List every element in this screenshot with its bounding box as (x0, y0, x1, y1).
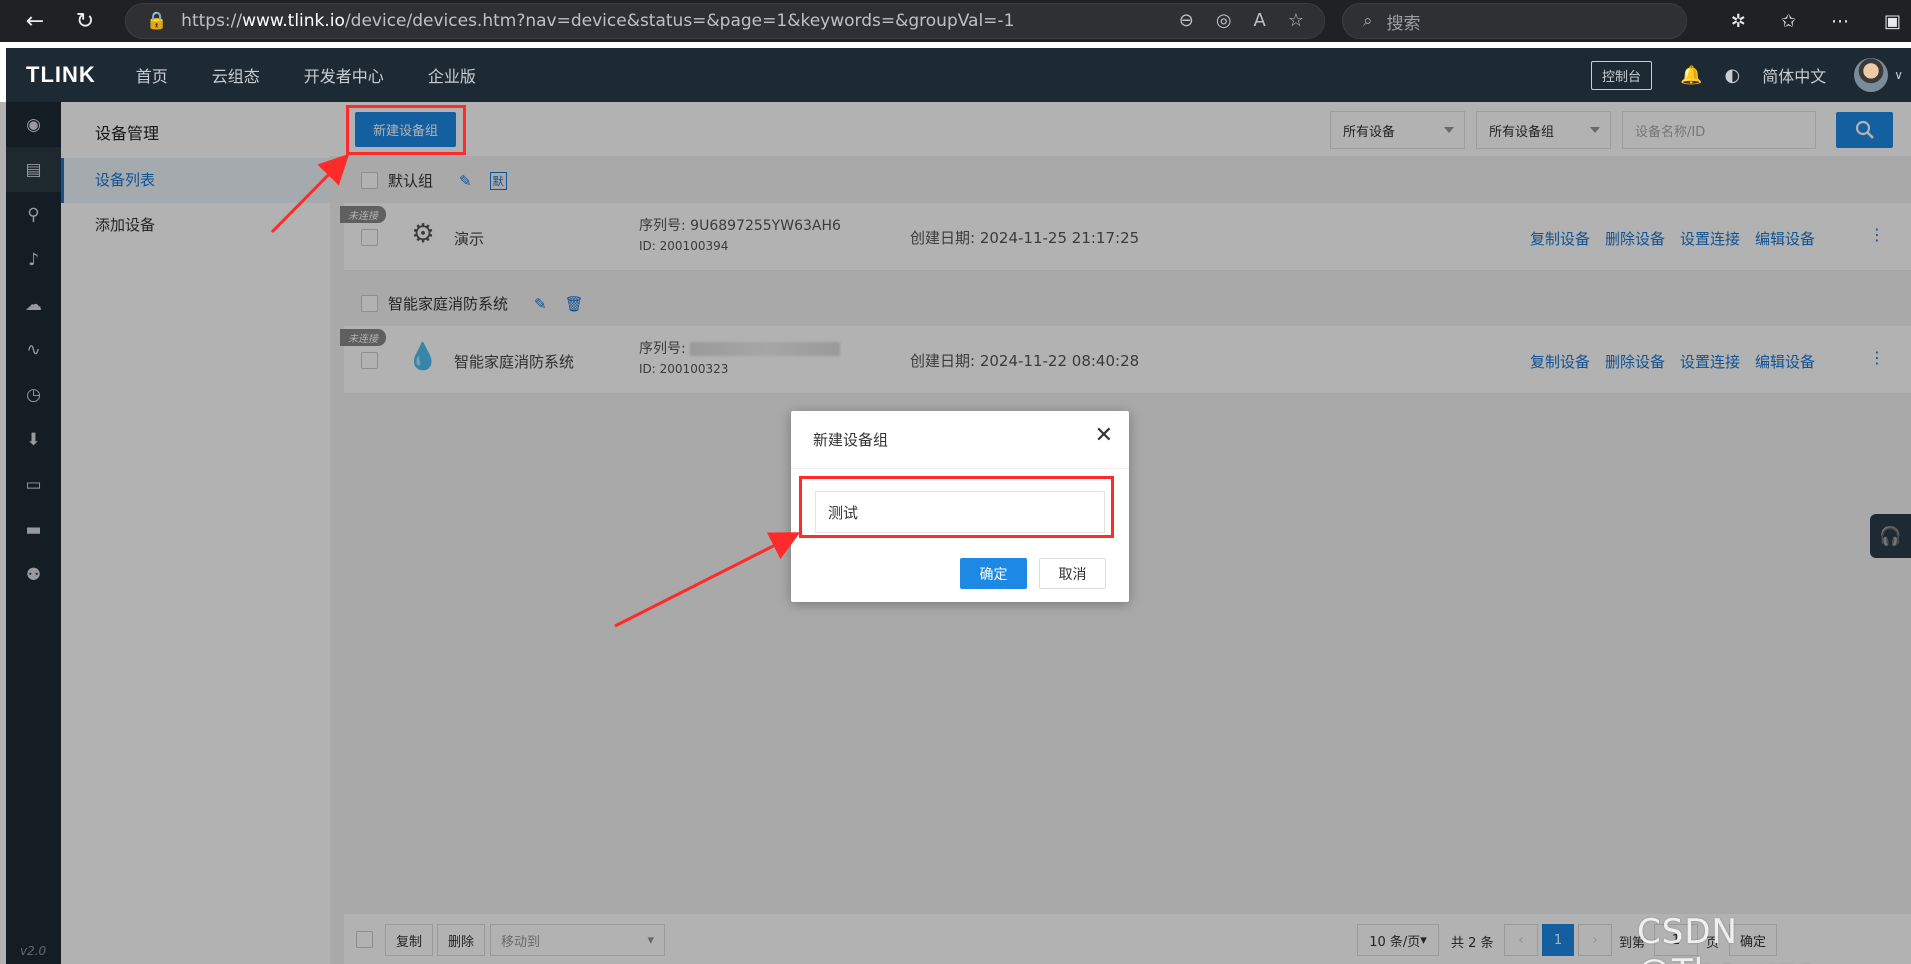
edge-icon[interactable]: ◎ (1216, 10, 1232, 31)
app-header: TLINK 首页 云组态 开发者中心 企业版 控制台 🔔 ◐ 简体中文 ∨ (6, 48, 1911, 102)
browser-search-box[interactable]: ⌕ 搜索 (1342, 3, 1687, 39)
language-selector[interactable]: 简体中文 (1762, 63, 1826, 87)
favorites-icon[interactable]: ✩ (1781, 11, 1796, 32)
url-prefix: https:// (181, 11, 243, 31)
confirm-button[interactable]: 确定 (960, 558, 1027, 589)
console-button[interactable]: 控制台 (1591, 60, 1653, 90)
refresh-icon[interactable]: ↻ (65, 1, 105, 41)
close-icon[interactable]: ✕ (1095, 423, 1113, 448)
address-bar[interactable]: 🔒 https://www.tlink.io/device/devices.ht… (125, 3, 1325, 39)
read-aloud-icon[interactable]: A (1254, 10, 1266, 31)
highlight-box (799, 476, 1114, 538)
headset-icon[interactable]: 🎧 (1870, 514, 1911, 558)
bell-icon[interactable]: 🔔 (1680, 65, 1702, 86)
palette-icon[interactable]: ◐ (1724, 65, 1740, 86)
url-host: www.tlink.io (242, 11, 345, 31)
extensions-icon[interactable]: ✲ (1731, 11, 1746, 32)
lock-icon: 🔒 (146, 11, 168, 31)
logo[interactable]: TLINK (26, 62, 96, 88)
browser-search-placeholder: 搜索 (1386, 13, 1421, 34)
browser-toolbar: ← ↻ 🔒 https://www.tlink.io/device/device… (0, 0, 1911, 42)
back-icon[interactable]: ← (15, 1, 55, 41)
nav-item-cloud-scada[interactable]: 云组态 (212, 63, 260, 87)
avatar[interactable] (1854, 58, 1889, 92)
sidebar-toggle-icon[interactable]: ▣ (1884, 11, 1901, 32)
nav-item-home[interactable]: 首页 (136, 63, 168, 87)
url-path: /device/devices.htm?nav=device&status=&p… (344, 11, 1015, 31)
nav-item-enterprise[interactable]: 企业版 (428, 63, 476, 87)
dialog-title: 新建设备组 (813, 431, 889, 449)
nav-item-developer[interactable]: 开发者中心 (304, 63, 384, 87)
cancel-button[interactable]: 取消 (1039, 558, 1106, 589)
favorite-star-icon[interactable]: ☆ (1288, 10, 1304, 31)
zoom-icon[interactable]: ⊖ (1179, 10, 1194, 31)
highlight-box (346, 105, 466, 155)
divider (791, 468, 1129, 469)
menu-icon[interactable]: ⋯ (1831, 11, 1849, 32)
search-icon: ⌕ (1363, 11, 1373, 31)
chevron-down-icon[interactable]: ∨ (1894, 68, 1903, 82)
watermark: CSDN @The_xzs (1637, 912, 1814, 964)
